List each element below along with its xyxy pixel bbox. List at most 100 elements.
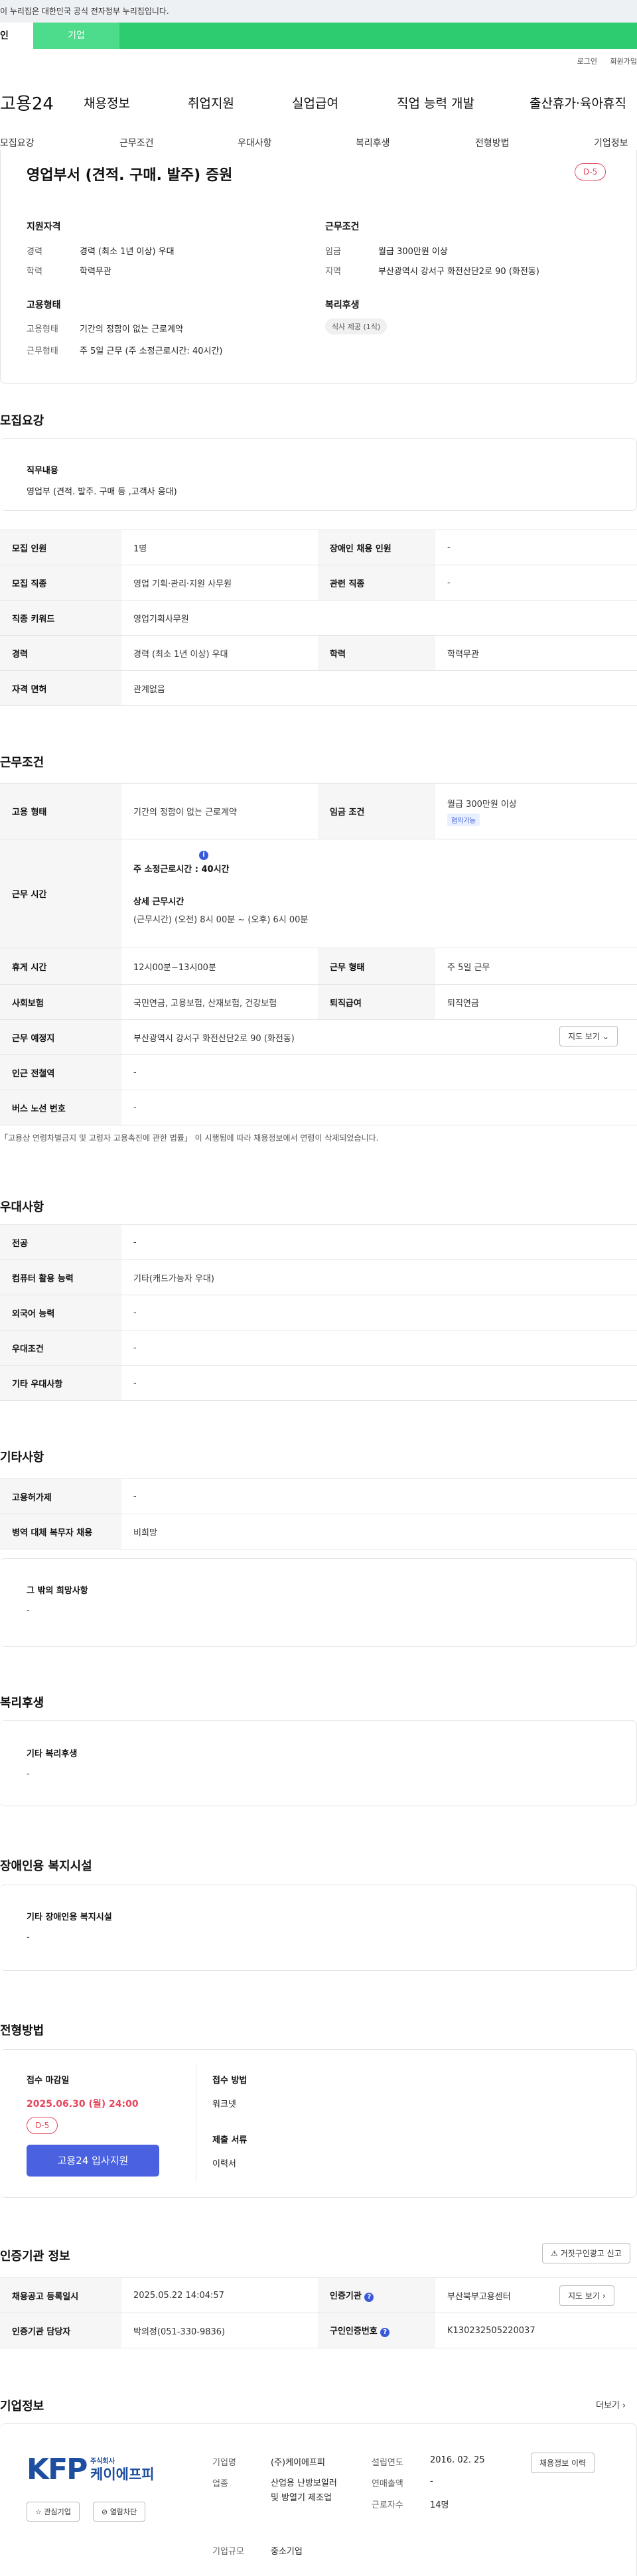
gnb-item-training[interactable]: 직업 능력 개발 bbox=[397, 94, 474, 111]
negotiable-badge: 협의가능 bbox=[447, 813, 480, 826]
block-button[interactable]: ⊘ 열람차단 bbox=[93, 2502, 146, 2522]
region-key: 지역 bbox=[325, 267, 341, 277]
kfp-logo-mark: KFP bbox=[27, 2453, 88, 2486]
company-name-value: (주)케이에프피 bbox=[271, 2458, 325, 2468]
chevron-right-icon: › bbox=[622, 2401, 626, 2411]
global-nav: 고용24 채용정보 취업지원 실업급여 직업 능력 개발 출산휴가·육아휴직 bbox=[0, 90, 637, 114]
employees-key: 근로자수 bbox=[372, 2500, 403, 2510]
duty-label: 직무내용 bbox=[27, 466, 58, 476]
dday-badge: D-5 bbox=[575, 163, 606, 180]
work-emp-key: 고용 형태 bbox=[0, 783, 121, 839]
place-key: 근무 예정지 bbox=[0, 1019, 121, 1055]
num-key: 구인인증번호 bbox=[330, 2326, 378, 2336]
work-form-key: 근무형태 bbox=[27, 346, 58, 356]
headcount-key: 모집 인원 bbox=[0, 530, 121, 565]
pc-value: 기타(캐드가능자 우대) bbox=[121, 1259, 637, 1295]
hours-info-icon[interactable]: i bbox=[199, 851, 208, 860]
anchor-welfare[interactable]: 복리후생 bbox=[356, 136, 390, 149]
method-value: 워크넷 bbox=[212, 2100, 236, 2110]
recruit-edu-value: 학력무관 bbox=[435, 635, 637, 671]
insurance-key: 사회보험 bbox=[0, 984, 121, 1020]
staff-key: 인증기관 담당자 bbox=[0, 2313, 121, 2348]
form-key: 근무 형태 bbox=[318, 948, 435, 985]
method-label: 접수 방법 bbox=[212, 2076, 248, 2086]
etc-table: 고용허가제 - 병역 대체 복무자 채용 비희망 bbox=[0, 1478, 637, 1549]
license-value: 관계없음 bbox=[121, 670, 637, 706]
hours-key: 근무 시간 bbox=[0, 839, 121, 948]
anchor-selection[interactable]: 전형방법 bbox=[475, 136, 510, 149]
num-key-cell: 구인인증번호 ? bbox=[318, 2313, 435, 2348]
emp-type-key: 고용형태 bbox=[27, 324, 58, 334]
job-value: 영업 기획·관리·지원 사무원 bbox=[121, 565, 318, 601]
anchor-company[interactable]: 기업정보 bbox=[594, 136, 628, 149]
duty-text: 영업부 (견적. 발주. 구매 등 ,고객사 응대) bbox=[27, 487, 177, 497]
disabled-card bbox=[0, 1885, 637, 1971]
keyword-value: 영업기획사무원 bbox=[121, 600, 637, 636]
wage-key: 임금 bbox=[325, 247, 341, 257]
prefer-etc-key: 기타 우대사항 bbox=[0, 1365, 121, 1401]
company-more-link[interactable]: 더보기 › bbox=[596, 2398, 626, 2411]
anchor-recruit[interactable]: 모집요강 bbox=[0, 136, 35, 149]
num-info-icon[interactable]: ? bbox=[380, 2328, 390, 2337]
gnb-item-jobs[interactable]: 채용정보 bbox=[84, 94, 130, 111]
work-form-value: 주 5일 근무 (주 소정근로시간: 40시간) bbox=[80, 346, 223, 356]
recruit-edu-key: 학력 bbox=[318, 635, 435, 671]
career-value: 경력 (최소 1년 이상) 우대 bbox=[80, 247, 175, 257]
anchor-prefer[interactable]: 우대사항 bbox=[238, 136, 272, 149]
work-emp-value: 기간의 정함이 없는 근로계약 bbox=[121, 783, 318, 839]
disabled-title: 장애인용 복지시설 bbox=[0, 1859, 92, 1873]
bus-value: - bbox=[121, 1090, 637, 1125]
work-title: 근무조건 bbox=[0, 756, 44, 770]
size-value: 중소기업 bbox=[271, 2547, 303, 2557]
history-button[interactable]: 채용정보 이력 bbox=[531, 2453, 595, 2473]
star-icon: ☆ bbox=[35, 2508, 42, 2516]
tab-personal[interactable]: 인 bbox=[0, 23, 33, 49]
interest-label: 관심기업 bbox=[44, 2508, 71, 2516]
tab-business[interactable]: 기업 bbox=[33, 23, 119, 49]
deadline-label: 접수 마감일 bbox=[27, 2076, 70, 2086]
work-wage-value: 월급 300만원 이상 bbox=[447, 799, 517, 810]
site-logo[interactable]: 고용24 bbox=[0, 90, 83, 115]
founded-key: 설립연도 bbox=[372, 2458, 403, 2468]
gnb-item-support[interactable]: 취업지원 bbox=[188, 94, 234, 111]
gnb-item-unemployment[interactable]: 실업급여 bbox=[292, 94, 338, 111]
lang-value: - bbox=[121, 1295, 637, 1330]
prefer-cond-key: 우대조건 bbox=[0, 1330, 121, 1366]
employees-value: 14명 bbox=[430, 2500, 449, 2510]
severance-key: 퇴직급여 bbox=[318, 984, 435, 1020]
hours-detail: (근무시간) (오전) 8시 00분 ~ (오후) 6시 00분 bbox=[133, 915, 309, 925]
related-job-value: - bbox=[435, 565, 637, 601]
qualification-label: 지원자격 bbox=[27, 222, 61, 232]
wish-value: - bbox=[27, 1606, 30, 1616]
disabled-hire-key: 장애인 채용 인원 bbox=[318, 530, 435, 565]
report-button[interactable]: ⚠ 거짓구인광고 신고 bbox=[542, 2243, 630, 2263]
logo-text: KFP bbox=[27, 2453, 88, 2486]
lang-key: 외국어 능력 bbox=[0, 1295, 121, 1330]
industry-key: 업종 bbox=[212, 2479, 228, 2489]
org-map-button-label: 지도 보기 bbox=[568, 2291, 600, 2301]
org-map-button[interactable]: 지도 보기 › bbox=[559, 2285, 614, 2306]
map-button[interactable]: 지도 보기 ⌄ bbox=[559, 1026, 618, 1046]
license-key: 자격 면허 bbox=[0, 670, 121, 706]
signup-link[interactable]: 회원가입 bbox=[610, 57, 637, 66]
anchor-work[interactable]: 근무조건 bbox=[119, 136, 154, 149]
insurance-value: 국민연금, 고용보험, 산재보험, 건강보험 bbox=[121, 984, 318, 1020]
org-info-icon[interactable]: ? bbox=[364, 2293, 374, 2302]
work-table: 고용 형태 기간의 정함이 없는 근로계약 임금 조건 월급 300만원 이상 … bbox=[0, 783, 637, 1125]
apply-button[interactable]: 고용24 입사지원 bbox=[27, 2145, 159, 2177]
company-logo: KFP bbox=[27, 2453, 88, 2486]
report-icon: ⚠ bbox=[551, 2249, 558, 2258]
severance-value: 퇴직연금 bbox=[435, 984, 637, 1020]
gnb-item-leave[interactable]: 출산휴가·육아휴직 bbox=[530, 94, 626, 111]
num-value: K130232505220037 bbox=[435, 2313, 637, 2348]
size-key: 기업규모 bbox=[212, 2547, 244, 2557]
founded-value: 2016. 02. 25 bbox=[430, 2455, 485, 2465]
recruit-table: 모집 인원 1명 장애인 채용 인원 - 모집 직종 영업 기획·관리·지원 사… bbox=[0, 530, 637, 706]
interest-button[interactable]: ☆ 관심기업 bbox=[27, 2502, 80, 2522]
employment-label: 고용형태 bbox=[27, 300, 61, 311]
login-link[interactable]: 로그인 bbox=[577, 57, 597, 66]
region-value: 부산광역시 강서구 화전산단2로 90 (화전동) bbox=[378, 267, 539, 277]
welfare-etc-value: - bbox=[27, 1769, 30, 1779]
major-key: 전공 bbox=[0, 1224, 121, 1260]
work-wage-key: 임금 조건 bbox=[318, 783, 435, 839]
